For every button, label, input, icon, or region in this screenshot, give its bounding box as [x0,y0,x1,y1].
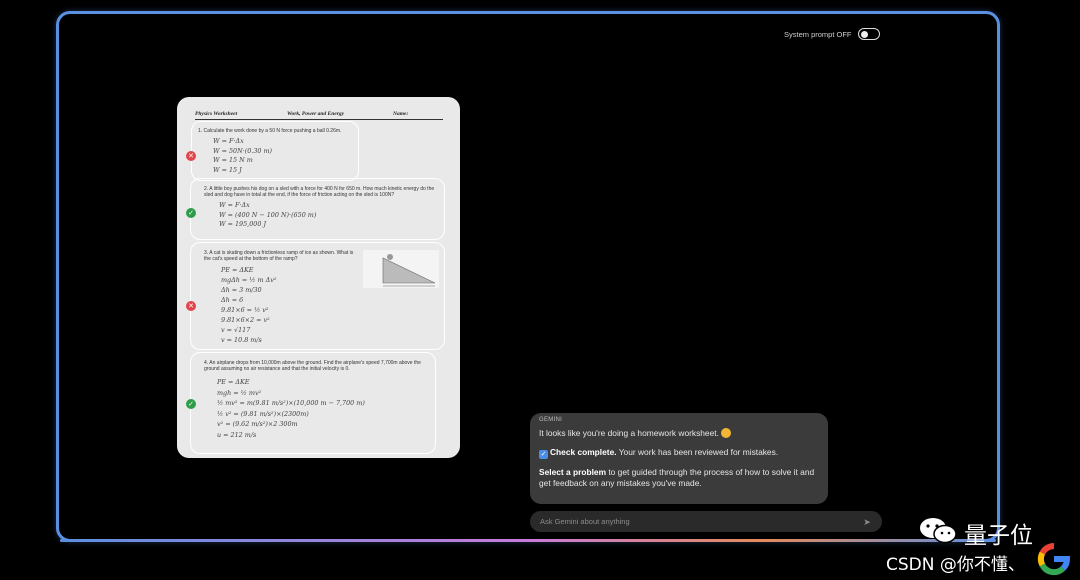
wechat-logo-icon [920,518,957,544]
google-g-logo-icon [1037,542,1070,576]
system-prompt-toggle[interactable]: System prompt OFF [784,28,880,40]
check-box-icon: ✓ [539,450,548,459]
gemini-line-1: It looks like you're doing a homework wo… [539,428,819,439]
watermark-brand: 量子位 [964,523,1033,549]
wrong-mark-icon: ✕ [186,151,196,161]
check-mark-icon: ✓ [186,208,196,218]
send-icon[interactable]: ➤ [862,517,872,527]
gemini-response-card: GEMINI It looks like you're doing a home… [530,413,828,504]
worksheet-image: Physics Worksheet Work, Power and Energy… [177,97,460,458]
system-prompt-label: System prompt OFF [784,29,852,39]
toggle-knob [860,30,868,38]
question-1-work: W = F·Δx W = 50N·(0.30 m) W = 15 N m W =… [213,137,273,174]
thinking-face-icon [720,428,731,438]
gemini-label: GEMINI [539,417,563,423]
question-4-work: PE = ΔKE mgh = ½ mv² ½ mv² = m(9.81 m/s²… [217,378,365,439]
worksheet-topic: Work, Power and Energy [287,111,345,117]
worksheet-header: Physics Worksheet Work, Power and Energy… [195,111,443,120]
question-3-text: 3. A cat is skating down a frictionless … [204,250,354,262]
gemini-line-3: Select a problem to get guided through t… [539,467,815,488]
question-1-text: 1. Calculate the work done by a 50 N for… [198,128,342,134]
check-mark-icon: ✓ [186,399,196,409]
toggle-switch[interactable] [857,28,880,40]
wrong-mark-icon: ✕ [186,301,196,311]
ask-gemini-input[interactable]: Ask Gemini about anything ➤ [530,511,882,532]
question-2-work: W = F·Δx W = (400 N − 100 N)·(650 m) W =… [219,201,317,228]
ramp-diagram-image [363,250,439,288]
question-4-text: 4. An airplane drops from 10,000m above … [204,360,421,372]
worksheet-title: Physics Worksheet [195,111,238,117]
question-3-work: PE = ΔKE mgΔh = ½ m Δv² Δh = 3 m/30 Δh =… [221,266,277,344]
frame-glow [60,539,996,542]
gemini-line-2: ✓ Check complete. Your work has been revi… [539,447,779,459]
watermark-csdn: CSDN @你不懂、 [886,555,1025,575]
ask-gemini-placeholder: Ask Gemini about anything [540,517,630,526]
question-2-text: 2. A little boy pushes his dog on a sled… [204,186,435,198]
worksheet-name-field: Name: [393,111,409,117]
